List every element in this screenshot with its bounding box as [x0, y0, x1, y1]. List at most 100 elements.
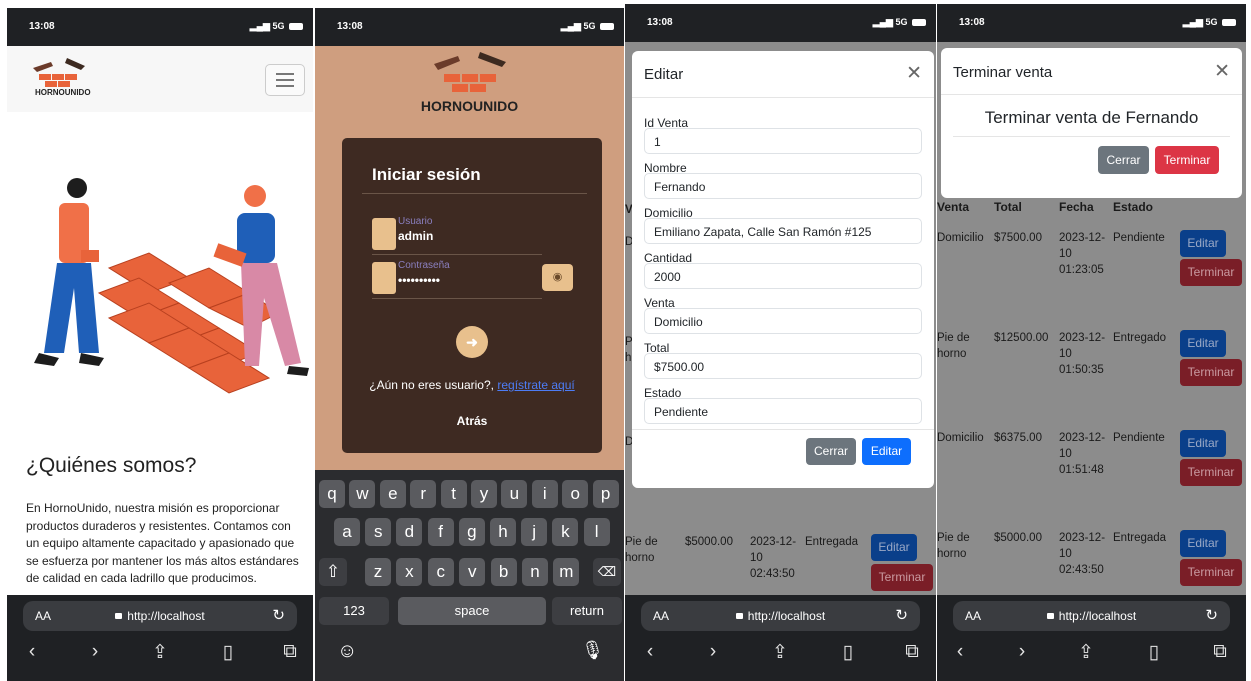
delete-key[interactable]: ⌫	[593, 558, 621, 586]
row-edit-button[interactable]: Editar	[1180, 330, 1226, 357]
row-edit-button[interactable]: Editar	[1180, 530, 1226, 557]
table-row: Pie de horno $5000.00 2023-12-10 02:43:5…	[625, 534, 936, 594]
close-icon[interactable]: ✕	[1214, 60, 1230, 83]
field-input[interactable]: 2000	[644, 263, 922, 289]
field-input[interactable]: $7500.00	[644, 353, 922, 379]
eye-icon: ◉	[552, 271, 563, 283]
register-link[interactable]: regístrate aquí	[497, 378, 574, 392]
key-k[interactable]: k	[552, 518, 579, 546]
back-link[interactable]: Atrás	[342, 414, 602, 428]
password-input[interactable]: ••••••••••	[398, 273, 440, 287]
key-e[interactable]: e	[379, 480, 406, 508]
cancel-button[interactable]: Cerrar	[806, 438, 856, 465]
bookmarks-icon[interactable]: ▯	[1139, 641, 1169, 664]
field-input[interactable]: 1	[644, 128, 922, 154]
table-row: Domicilio $7500.00 2023-12-10 01:23:05 Pend…	[937, 230, 1246, 300]
cancel-button[interactable]: Cerrar	[1098, 146, 1149, 174]
key-w[interactable]: w	[349, 480, 376, 508]
key-z[interactable]: z	[365, 558, 391, 586]
bookmarks-icon[interactable]: ▯	[213, 641, 243, 664]
key-h[interactable]: h	[490, 518, 516, 546]
row-finish-button[interactable]: Terminar	[1180, 359, 1242, 386]
back-icon[interactable]: ‹	[945, 641, 975, 663]
back-icon[interactable]: ‹	[17, 641, 47, 663]
forward-icon[interactable]: ›	[80, 641, 110, 663]
share-icon[interactable]: ⇪	[765, 641, 795, 664]
row-edit-button[interactable]: Editar	[1180, 430, 1226, 457]
row-finish-button[interactable]: Terminar	[1180, 459, 1242, 486]
browser-toolbar: AA http://localhost ↻ ‹ › ⇪ ▯ ⧉	[625, 595, 936, 681]
emoji-icon[interactable]: ☺	[337, 640, 357, 663]
save-button[interactable]: Editar	[862, 438, 911, 465]
confirm-finish-button[interactable]: Terminar	[1155, 146, 1219, 174]
key-o[interactable]: o	[562, 480, 589, 508]
key-p[interactable]: p	[592, 480, 619, 508]
reload-icon[interactable]: ↻	[272, 606, 285, 624]
lock-icon	[1046, 612, 1054, 619]
forward-icon[interactable]: ›	[698, 641, 728, 663]
share-icon[interactable]: ⇪	[1071, 641, 1101, 664]
row-finish-button[interactable]: Terminar	[871, 564, 933, 591]
key-y[interactable]: y	[471, 480, 497, 508]
shift-key[interactable]: ⇧	[319, 558, 347, 586]
reload-icon[interactable]: ↻	[895, 606, 908, 624]
tabs-icon[interactable]: ⧉	[275, 641, 305, 663]
key-s[interactable]: s	[365, 518, 392, 546]
address-bar[interactable]: AA http://localhost ↻	[23, 601, 297, 631]
row-finish-button[interactable]: Terminar	[1180, 559, 1242, 586]
username-input[interactable]: admin	[398, 229, 433, 243]
key-d[interactable]: d	[396, 518, 423, 546]
key-t[interactable]: t	[440, 480, 467, 508]
forward-icon[interactable]: ›	[1007, 641, 1037, 663]
space-key[interactable]: space	[398, 597, 546, 625]
key-b[interactable]: b	[490, 558, 517, 586]
bookmarks-icon[interactable]: ▯	[833, 641, 863, 664]
column-header: Estado	[1113, 200, 1154, 214]
address-bar[interactable]: AA http://localhost ↻	[953, 601, 1230, 631]
cell-total: $5000.00	[994, 532, 1042, 544]
username-field[interactable]: Usuario admin	[372, 216, 542, 255]
tabs-icon[interactable]: ⧉	[1205, 641, 1235, 663]
key-i[interactable]: i	[531, 480, 558, 508]
back-icon[interactable]: ‹	[635, 641, 665, 663]
password-field[interactable]: Contraseña ••••••••••	[372, 260, 542, 299]
numbers-key[interactable]: 123	[319, 597, 389, 625]
key-m[interactable]: m	[553, 558, 580, 586]
key-u[interactable]: u	[501, 480, 528, 508]
key-j[interactable]: j	[521, 518, 548, 546]
microphone-icon[interactable]: 🎙	[581, 640, 604, 661]
column-header: Venta	[937, 200, 970, 214]
address-bar[interactable]: AA http://localhost ↻	[641, 601, 920, 631]
reload-icon[interactable]: ↻	[1205, 606, 1218, 624]
share-icon[interactable]: ⇪	[145, 641, 175, 664]
browser-toolbar: AA http://localhost ↻ ‹ › ⇪ ▯ ⧉	[7, 595, 313, 681]
key-n[interactable]: n	[522, 558, 548, 586]
row-finish-button[interactable]: Terminar	[1180, 259, 1242, 286]
row-edit-button[interactable]: Editar	[1180, 230, 1226, 257]
show-password-button[interactable]: ◉	[542, 264, 573, 291]
key-x[interactable]: x	[396, 558, 423, 586]
workers-illustration-icon	[34, 178, 309, 394]
return-key[interactable]: return	[552, 597, 622, 625]
field-input[interactable]: Domicilio	[644, 308, 922, 334]
menu-toggle-button[interactable]	[265, 64, 305, 96]
field-input[interactable]: Pendiente	[644, 398, 922, 424]
site-header: HORNOUNIDO	[7, 46, 313, 112]
key-f[interactable]: f	[427, 518, 454, 546]
key-l[interactable]: l	[583, 518, 610, 546]
key-r[interactable]: r	[410, 480, 437, 508]
key-c[interactable]: c	[427, 558, 454, 586]
row-edit-button[interactable]: Editar	[871, 534, 917, 561]
cell-fecha: 2023-12-10 01:51:48	[1059, 432, 1106, 476]
login-submit-button[interactable]: ➜	[456, 326, 488, 358]
key-g[interactable]: g	[458, 518, 485, 546]
key-q[interactable]: q	[319, 480, 345, 508]
brand-name: HORNOUNIDO	[35, 88, 91, 97]
close-icon[interactable]: ✕	[906, 62, 922, 85]
key-a[interactable]: a	[334, 518, 360, 546]
cell-estado: Entregada	[1113, 532, 1167, 544]
field-input[interactable]: Emiliano Zapata, Calle San Ramón #125	[644, 218, 922, 244]
key-v[interactable]: v	[459, 558, 486, 586]
field-input[interactable]: Fernando	[644, 173, 922, 199]
tabs-icon[interactable]: ⧉	[897, 641, 927, 663]
